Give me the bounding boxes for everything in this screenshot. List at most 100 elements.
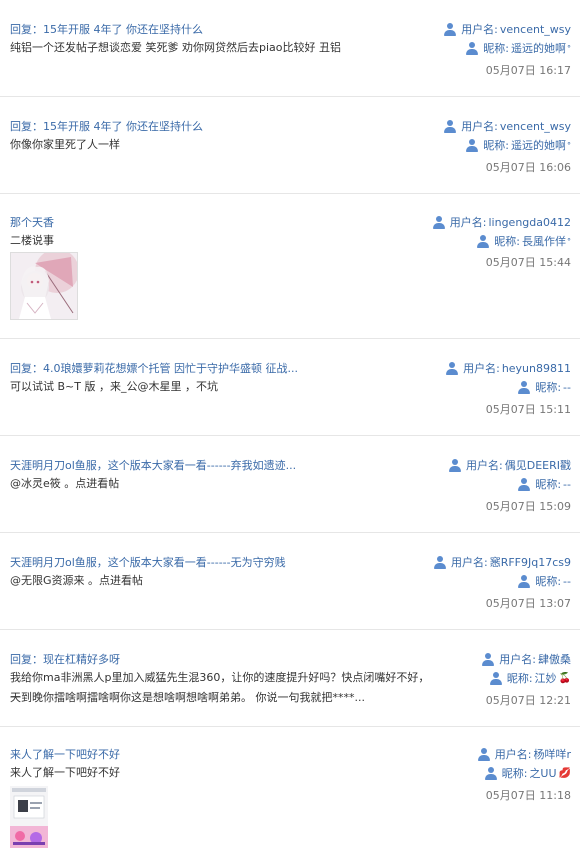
nickname-row: 昵称: 遥远的她啊 °: [466, 137, 571, 153]
nickname-row: 昵称: 長風作佯 °: [477, 233, 571, 249]
nickname-value: --: [563, 477, 571, 491]
username-row: 用户名: heyun89811: [446, 360, 571, 376]
list-item: 回复：现在杠精好多呀 我给你ma非洲黑人p里加入威猛先生混360，让你的速度提升…: [0, 630, 580, 727]
nickname-label: 昵称:: [483, 42, 509, 55]
list-item: 天涯明月刀ol鱼服，这个版本大家看一看------弃我如遗迹... @冰灵e筱 …: [0, 436, 580, 533]
username-label: 用户名:: [466, 459, 503, 472]
user-icon: [482, 652, 495, 666]
nickname-label: 昵称:: [483, 139, 509, 152]
username-link[interactable]: vencent_wsy: [500, 23, 571, 36]
post-content-line: 天到晚你擂啥啊擂啥啊你这是想啥啊想啥啊弟弟。 你说一句我就把****...: [10, 691, 365, 704]
nickname-row: 昵称: --: [518, 573, 571, 589]
user-icon: [518, 574, 531, 588]
nickname-link[interactable]: 江妙: [535, 670, 557, 686]
user-icon: [484, 766, 497, 780]
post-title-link[interactable]: 来人了解一下吧好不好: [10, 746, 120, 762]
nickname-link[interactable]: 遥远的她啊: [511, 40, 566, 56]
username-link[interactable]: heyun89811: [502, 362, 571, 375]
user-icon: [518, 477, 531, 491]
post-image-thumbnail[interactable]: [10, 249, 79, 320]
user-icon: [489, 671, 502, 685]
nickname-label: 昵称:: [494, 235, 520, 248]
nickname-mark: °: [567, 140, 571, 150]
cherry-icon: 🍒: [558, 672, 571, 684]
post-content: 二楼说事: [10, 234, 54, 247]
post-time: 05月07日 15:11: [485, 403, 571, 416]
username-row: 用户名: 偶见DEERI戳: [449, 457, 571, 473]
nickname-row: 昵称: --: [518, 476, 571, 492]
username-row: 用户名: 肆傲桑: [482, 651, 571, 667]
post-title-link[interactable]: 回复：现在杠精好多呀: [10, 651, 120, 667]
post-content: 可以试试 B~T 版 ，来_公@木星里 ，不坑: [10, 380, 218, 393]
nickname-label: 昵称:: [535, 381, 562, 394]
nickname-row: 昵称: 遥远的她啊 °: [466, 40, 571, 56]
username-row: 用户名: lingengda0412: [432, 214, 571, 230]
user-icon: [477, 234, 490, 248]
post-image-thumbnail[interactable]: [10, 786, 48, 848]
nickname-link[interactable]: 遥远的她啊: [511, 137, 566, 153]
username-label: 用户名:: [449, 216, 487, 229]
post-content: 来人了解一下吧好不好: [10, 766, 120, 779]
nickname-link[interactable]: 之UU: [529, 765, 556, 781]
nickname-value: --: [563, 380, 571, 394]
nickname-label: 昵称:: [535, 478, 562, 491]
list-item: 回复：4.0琅嬛萝莉花想嫖个托管 因忙于守护华盛顿 征战... 可以试试 B~T…: [0, 339, 580, 436]
list-item: 回复：15年开服 4年了 你还在坚持什么 纯铝一个还发帖子想谈恋爱 笑死爹 劝你…: [0, 0, 580, 97]
post-time: 05月07日 15:09: [485, 500, 571, 513]
user-icon: [466, 138, 479, 152]
username-row: 用户名: 杨咩咩r: [477, 746, 571, 762]
post-title-link[interactable]: 天涯明月刀ol鱼服，这个版本大家看一看------弃我如遗迹...: [10, 457, 296, 473]
nickname-mark: °: [567, 43, 571, 53]
username-link[interactable]: 杨咩咩r: [533, 746, 571, 762]
nickname-value: --: [563, 574, 571, 588]
list-item: 天涯明月刀ol鱼服，这个版本大家看一看------无为守穷贱 @无限G资源来 。…: [0, 533, 580, 630]
post-content: 你像你家里死了人一样: [10, 138, 120, 151]
nickname-row: 昵称: 之UU 💋: [484, 765, 571, 781]
post-title-link[interactable]: 天涯明月刀ol鱼服，这个版本大家看一看------无为守穷贱: [10, 554, 286, 570]
post-content: @无限G资源来 。点进看帖: [10, 574, 144, 587]
post-title-link[interactable]: 那个天香: [10, 214, 54, 230]
username-label: 用户名:: [450, 556, 488, 569]
post-time: 05月07日 16:17: [485, 64, 571, 77]
lips-icon: 💋: [558, 767, 571, 779]
nickname-label: 昵称:: [506, 672, 533, 685]
username-row: 用户名: vencent_wsy: [444, 118, 571, 134]
nickname-link[interactable]: 長風作佯: [522, 233, 566, 249]
user-icon: [518, 380, 531, 394]
user-icon: [446, 361, 459, 375]
username-label: 用户名:: [463, 362, 500, 375]
username-row: 用户名: 窸RFF9Jq17cs9: [433, 554, 571, 570]
nickname-label: 昵称:: [535, 575, 562, 588]
username-link[interactable]: 肆傲桑: [538, 651, 571, 667]
user-icon: [433, 555, 446, 569]
username-link[interactable]: 偶见DEERI戳: [505, 457, 571, 473]
post-content: 纯铝一个还发帖子想谈恋爱 笑死爹 劝你网贷然后去piao比较好 丑铝: [10, 41, 341, 54]
reply-list: 回复：15年开服 4年了 你还在坚持什么 纯铝一个还发帖子想谈恋爱 笑死爹 劝你…: [0, 0, 580, 848]
post-time: 05月07日 15:44: [485, 256, 571, 269]
nickname-row: 昵称: 江妙 🍒: [489, 670, 571, 686]
post-title-link[interactable]: 回复：15年开服 4年了 你还在坚持什么: [10, 118, 203, 134]
nickname-label: 昵称:: [501, 767, 528, 780]
username-link[interactable]: lingengda0412: [488, 216, 571, 229]
username-link[interactable]: vencent_wsy: [500, 120, 571, 133]
list-item: 回复：15年开服 4年了 你还在坚持什么 你像你家里死了人一样 用户名: ven…: [0, 97, 580, 194]
username-label: 用户名:: [461, 120, 498, 133]
post-title-link[interactable]: 回复：15年开服 4年了 你还在坚持什么: [10, 21, 203, 37]
user-icon: [466, 41, 479, 55]
post-time: 05月07日 16:06: [485, 161, 571, 174]
user-icon: [432, 215, 445, 229]
post-time: 05月07日 12:21: [485, 694, 571, 707]
post-content: @冰灵e筱 。点进看帖: [10, 477, 120, 490]
username-link[interactable]: 窸RFF9Jq17cs9: [490, 554, 571, 570]
user-icon: [477, 747, 490, 761]
anime-girl-illustration: [11, 249, 79, 319]
username-label: 用户名:: [494, 748, 532, 761]
user-icon: [444, 22, 457, 36]
nickname-mark: °: [567, 236, 571, 246]
username-row: 用户名: vencent_wsy: [444, 21, 571, 37]
user-icon: [449, 458, 462, 472]
post-title-link[interactable]: 回复：4.0琅嬛萝莉花想嫖个托管 因忙于守护华盛顿 征战...: [10, 360, 298, 376]
post-time: 05月07日 13:07: [485, 597, 571, 610]
username-label: 用户名:: [499, 653, 536, 666]
list-item: 来人了解一下吧好不好 来人了解一下吧好不好 用户名: 杨咩咩r 昵称: 之UU …: [0, 727, 580, 848]
